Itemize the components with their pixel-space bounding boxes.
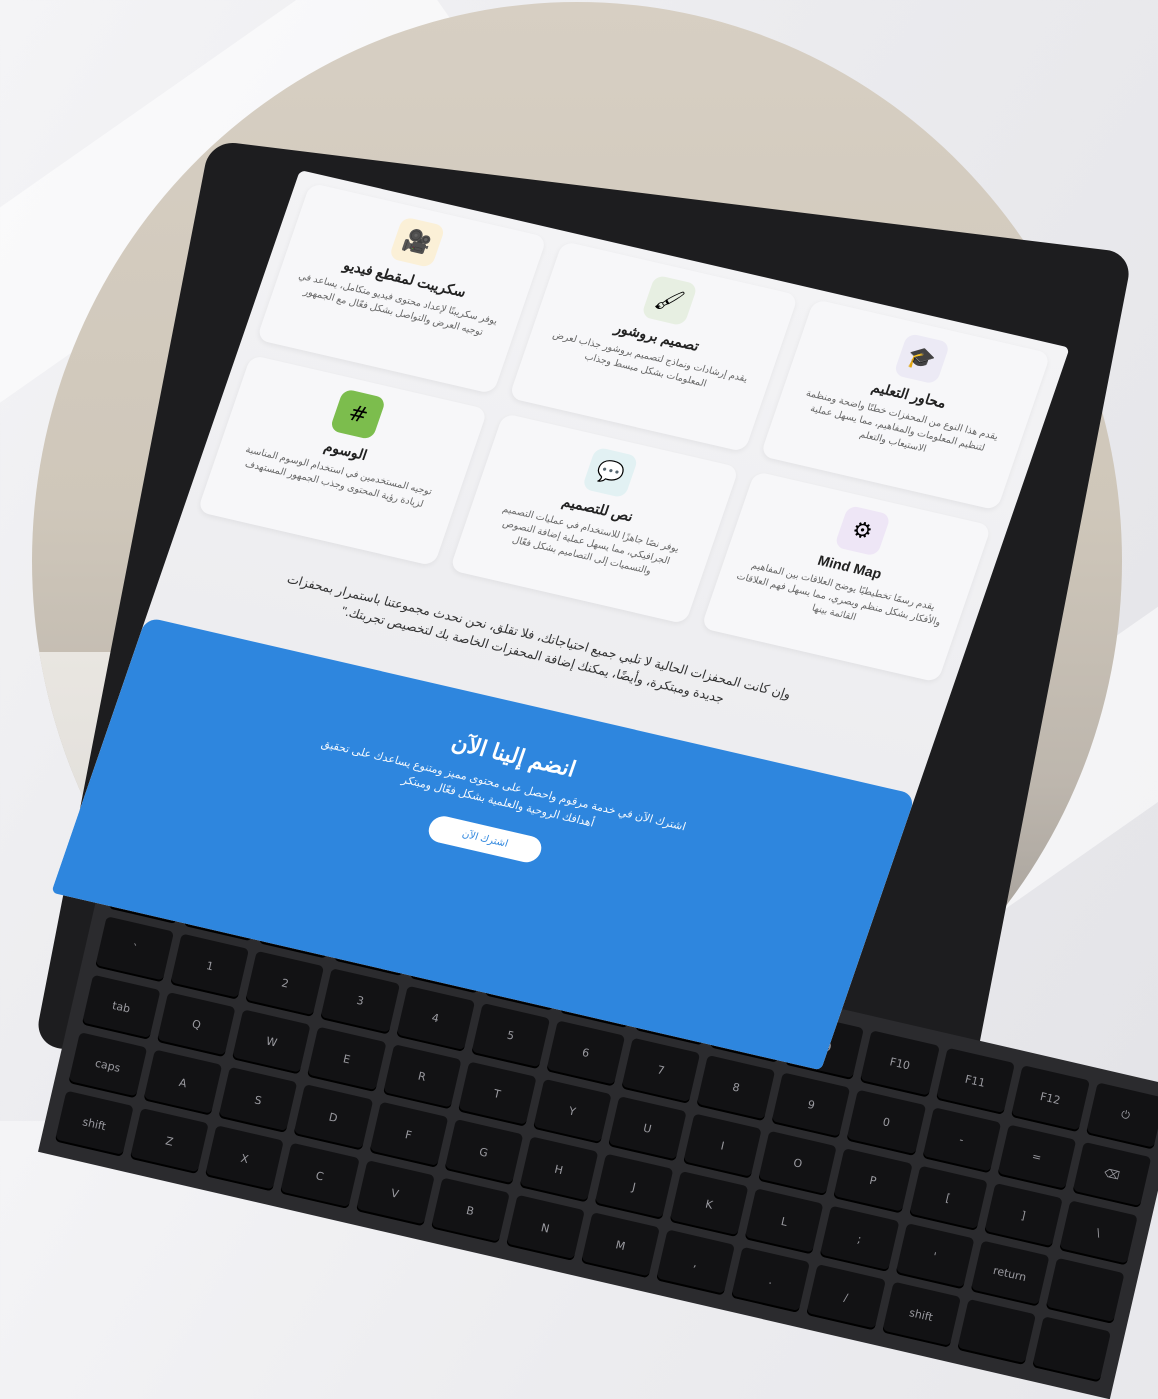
subscribe-button[interactable]: اشترك الآن <box>424 813 546 865</box>
keyboard-key: M <box>580 1212 660 1279</box>
keyboard-key: G <box>444 1119 524 1186</box>
keyboard-key: shift <box>881 1281 961 1348</box>
keyboard-key: Z <box>129 1108 209 1175</box>
keyboard-key: B <box>430 1177 510 1244</box>
keyboard-key: P <box>833 1147 913 1214</box>
keyboard-key: ⏻ <box>1085 1082 1158 1150</box>
keyboard-key <box>1031 1316 1111 1383</box>
keyboard-key: V <box>355 1160 435 1227</box>
keyboard-key: K <box>669 1171 749 1238</box>
keyboard-key <box>956 1299 1036 1366</box>
keyboard-key: 6 <box>546 1020 626 1087</box>
keyboard-key: S <box>218 1067 298 1134</box>
keyboard-key: U <box>607 1095 687 1162</box>
keyboard-key: ; <box>819 1206 899 1273</box>
keyboard-key: shift <box>54 1090 134 1157</box>
keyboard-key: Q <box>156 991 236 1058</box>
keyboard-key: N <box>505 1194 585 1261</box>
feature-card[interactable]: # الوسوم توجيه المستخدمين في استخدام الوسو… <box>197 354 488 567</box>
keyboard-key: tab <box>81 974 161 1041</box>
keyboard-key: C <box>280 1142 360 1209</box>
keyboard-key: - <box>921 1106 1001 1173</box>
keyboard-key: 7 <box>621 1037 701 1104</box>
keyboard-key: J <box>594 1154 674 1221</box>
keyboard-key: , <box>656 1229 736 1296</box>
feature-card[interactable]: 💬 نص للتصميم يوفر نصًا جاهزًا للاستخدام في… <box>449 412 740 625</box>
keyboard-key: 9 <box>771 1072 851 1139</box>
mind-map-icon: ⚙ <box>833 504 891 557</box>
hashtag-icon: # <box>329 388 387 441</box>
keyboard-key: D <box>293 1084 373 1151</box>
keyboard-key: return <box>970 1240 1050 1307</box>
keyboard-key: 8 <box>696 1054 776 1121</box>
keyboard-key: 2 <box>245 950 325 1017</box>
keyboard-key: F10 <box>860 1030 940 1098</box>
keyboard-key: ⌫ <box>1072 1141 1152 1208</box>
video-camera-icon: 🎥 <box>388 216 447 269</box>
keyboard-key: L <box>744 1188 824 1255</box>
keyboard-key: Y <box>532 1078 612 1145</box>
keyboard-key: caps <box>68 1032 148 1099</box>
keyboard-key: ` <box>95 916 175 983</box>
keyboard-key: 5 <box>470 1002 551 1069</box>
keyboard-key: W <box>232 1008 312 1076</box>
keyboard-key: R <box>382 1043 462 1110</box>
keyboard-key: ] <box>983 1182 1063 1249</box>
keyboard-key: . <box>731 1247 811 1314</box>
keyboard-key: O <box>758 1130 838 1197</box>
keyboard-key: A <box>143 1049 223 1116</box>
keyboard-key: T <box>457 1061 537 1128</box>
keyboard-key: [ <box>908 1165 988 1232</box>
keyboard-key: H <box>519 1136 599 1203</box>
brochure-icon: 🖌 <box>640 274 699 327</box>
keyboard-key: 1 <box>170 933 250 1000</box>
keyboard-key: 4 <box>395 985 475 1052</box>
keyboard-key: ' <box>895 1223 975 1290</box>
keyboard-key: X <box>205 1125 285 1192</box>
keyboard-key: = <box>997 1124 1077 1191</box>
keyboard-key: I <box>683 1113 763 1180</box>
education-icon: 🎓 <box>892 332 951 385</box>
keyboard-key: F12 <box>1010 1065 1090 1133</box>
keyboard-key: F <box>368 1101 448 1168</box>
keyboard-key: / <box>806 1264 886 1331</box>
keyboard-key: F11 <box>935 1047 1015 1115</box>
feature-card[interactable]: ⚙ Mind Map يقدم رسمًا تخطيطيًا يوضح العلاق… <box>701 471 992 683</box>
keyboard-key: \ <box>1058 1199 1138 1266</box>
keyboard-key: 3 <box>320 968 400 1035</box>
text-bubble-icon: 💬 <box>581 446 639 499</box>
feature-card-title: الوسوم <box>322 438 370 463</box>
keyboard-key: 0 <box>846 1089 926 1156</box>
keyboard-key <box>1045 1258 1125 1325</box>
keyboard-key: E <box>307 1026 387 1093</box>
